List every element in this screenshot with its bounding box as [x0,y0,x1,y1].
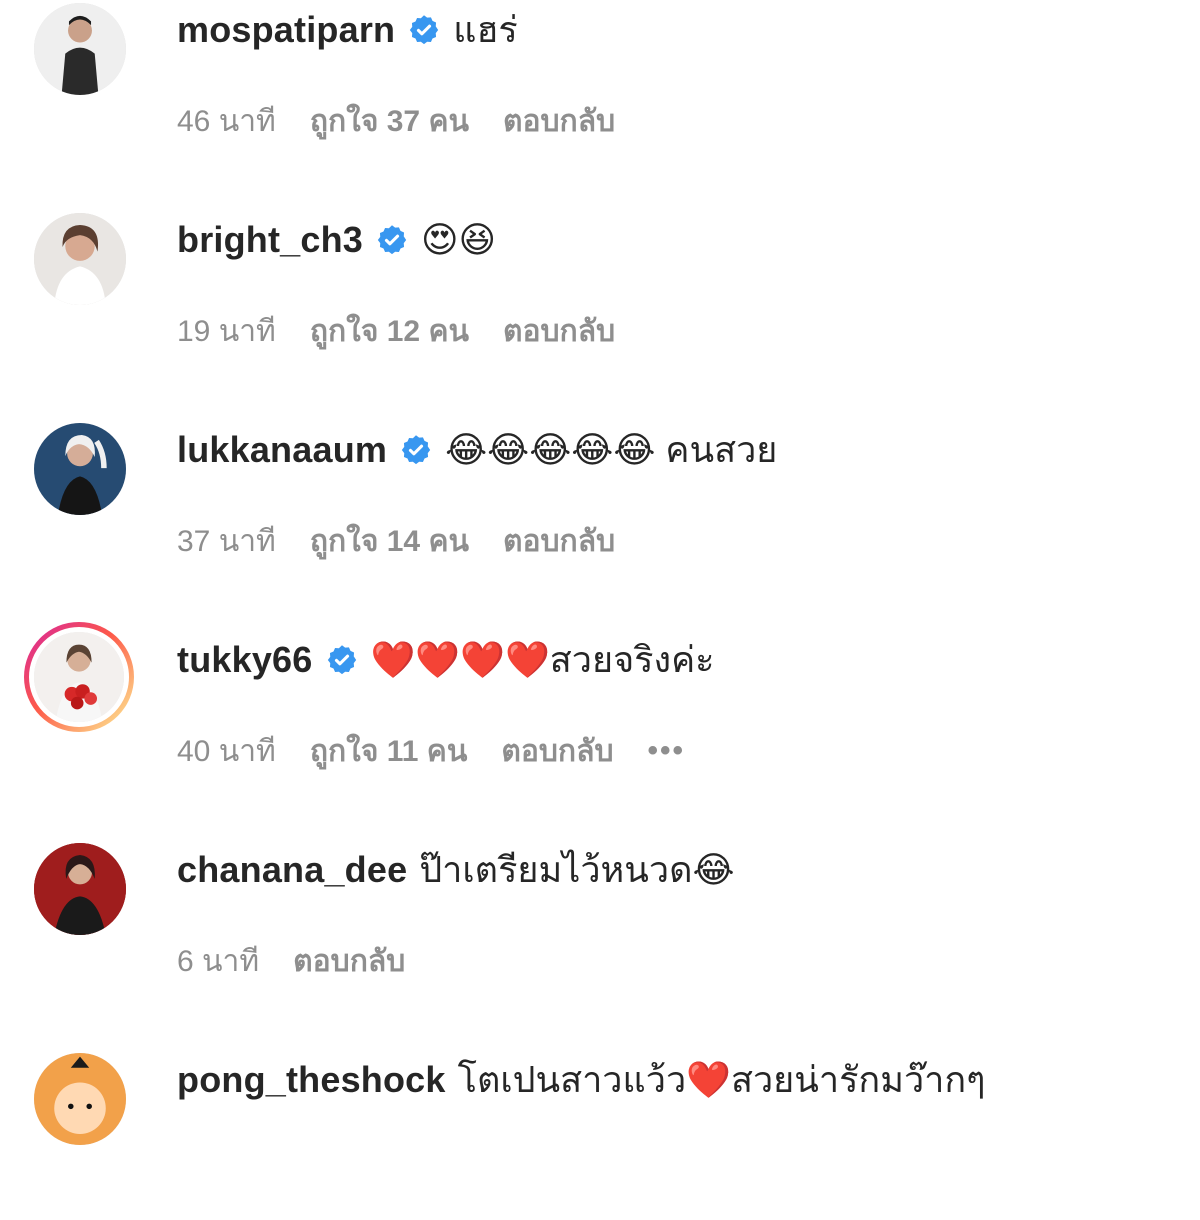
comments-list: mospatiparn แฮร่ 46 นาที ถูกใจ 37 คน ตอบ… [0,0,1200,1145]
comment-item-pong_theshock: pong_theshock โตเปนสาวแว้ว❤️สวยน่ารักมว๊… [0,1050,1200,1220]
comment-time: 40 นาที [177,734,276,768]
comment-time: 37 นาที [177,524,276,558]
comment-line: chanana_dee ป๊าเตรียมไว้หนวด😂 [177,840,735,900]
comment-meta: 37 นาที ถูกใจ 14 คน ตอบกลับ [177,518,615,564]
comment-text: แฮร่ [453,9,518,50]
reply-button[interactable]: ตอบกลับ [503,308,615,355]
comment-meta: 46 นาที ถูกใจ 37 คน ตอบกลับ [177,98,615,144]
reply-button[interactable]: ตอบกลับ [503,518,615,565]
comment-meta: 19 นาที ถูกใจ 12 คน ตอบกลับ [177,308,615,354]
username[interactable]: chanana_dee [177,840,407,900]
avatar-mospatiparn[interactable] [34,3,126,95]
comment-meta: 6 นาที ตอบกลับ [177,938,405,984]
avatar-pong_theshock[interactable] [34,1053,126,1145]
comment-item-tukky66: tukky66 ❤️❤️❤️❤️สวยจริงค่ะ 40 นาที ถูกใจ… [0,622,1200,800]
avatar-image [34,843,126,935]
avatar-tukky66-story-ring[interactable] [24,622,134,732]
comment-item-bright_ch3: bright_ch3 😍😆 19 นาที ถูกใจ 12 คน ตอบกลั… [0,210,1200,380]
reply-button[interactable]: ตอบกลับ [501,728,613,775]
avatar-image [34,423,126,515]
comment-item-lukkanaaum: lukkanaaum 😂😂😂😂😂 คนสวย 37 นาที ถูกใจ 14 … [0,420,1200,590]
comment-line: mospatiparn แฮร่ [177,0,518,60]
verified-badge-icon [325,643,359,677]
comment-line: lukkanaaum 😂😂😂😂😂 คนสวย [177,420,777,480]
comment-text: โตเปนสาวแว้ว❤️สวยน่ารักมว๊ากๆ [457,1059,986,1100]
like-count[interactable]: ถูกใจ 12 คน [310,308,469,355]
comment-text: 😂😂😂😂😂 คนสวย [445,429,778,470]
verified-badge-icon [375,223,409,257]
username[interactable]: tukky66 [177,630,313,690]
comment-time: 6 นาที [177,944,260,978]
avatar-lukkanaaum[interactable] [34,423,126,515]
avatar-bright_ch3[interactable] [34,213,126,305]
like-count[interactable]: ถูกใจ 11 คน [310,728,468,775]
avatar-image [34,3,126,95]
comment-text: ป๊าเตรียมไว้หนวด😂 [419,849,735,890]
comment-line: tukky66 ❤️❤️❤️❤️สวยจริงค่ะ [177,630,715,690]
comment-text: 😍😆 [421,219,497,260]
verified-badge-icon [407,13,441,47]
avatar-image [34,213,126,305]
username[interactable]: bright_ch3 [177,210,363,270]
avatar-image [34,1053,126,1145]
avatar-image [34,632,124,722]
more-options-icon[interactable]: ••• [648,734,686,768]
avatar-tukky66 [29,627,129,727]
comment-line: bright_ch3 😍😆 [177,210,496,270]
like-count[interactable]: ถูกใจ 37 คน [310,98,469,145]
avatar-chanana_dee[interactable] [34,843,126,935]
username[interactable]: lukkanaaum [177,420,387,480]
comment-item-chanana_dee: chanana_dee ป๊าเตรียมไว้หนวด😂 6 นาที ตอบ… [0,840,1200,1010]
comment-meta: 40 นาที ถูกใจ 11 คน ตอบกลับ ••• [177,728,685,774]
like-count[interactable]: ถูกใจ 14 คน [310,518,469,565]
reply-button[interactable]: ตอบกลับ [293,938,405,985]
comment-text: ❤️❤️❤️❤️สวยจริงค่ะ [370,639,715,680]
comment-line: pong_theshock โตเปนสาวแว้ว❤️สวยน่ารักมว๊… [177,1050,986,1110]
verified-badge-icon [399,433,433,467]
comment-item-mospatiparn: mospatiparn แฮร่ 46 นาที ถูกใจ 37 คน ตอบ… [0,0,1200,170]
username[interactable]: pong_theshock [177,1050,446,1110]
comment-time: 19 นาที [177,314,276,348]
reply-button[interactable]: ตอบกลับ [503,98,615,145]
comment-time: 46 นาที [177,104,276,138]
username[interactable]: mospatiparn [177,0,395,60]
